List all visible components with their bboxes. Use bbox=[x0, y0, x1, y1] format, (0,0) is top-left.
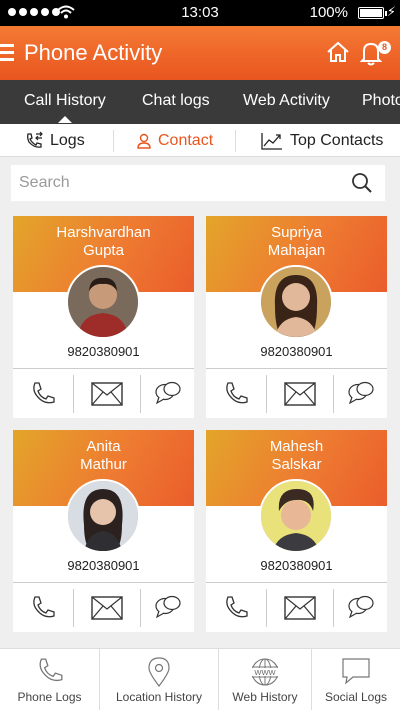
nav-location-history[interactable]: Location History bbox=[100, 649, 218, 710]
chat-bubbles-icon bbox=[154, 381, 181, 405]
avatar bbox=[66, 265, 140, 339]
contact-name: Supriya Mahajan bbox=[267, 224, 326, 259]
contact-actions bbox=[206, 368, 387, 418]
contact-name: Harshvardhan Gupta bbox=[56, 224, 151, 259]
phone-icon bbox=[39, 658, 62, 682]
category-tabs: Call History Chat logs Web Activity Phot… bbox=[0, 80, 400, 124]
tab-call-history[interactable]: Call History bbox=[24, 92, 106, 123]
call-button[interactable] bbox=[206, 583, 266, 633]
battery-icon bbox=[358, 7, 387, 19]
message-button[interactable] bbox=[267, 583, 333, 633]
location-pin-icon bbox=[148, 657, 170, 687]
chat-bubbles-icon bbox=[347, 381, 374, 405]
contact-phone: 9820380901 bbox=[67, 558, 140, 573]
nav-label: Social Logs bbox=[324, 690, 388, 704]
subtab-contact-label: Contact bbox=[158, 131, 214, 149]
phone-icon bbox=[33, 382, 55, 404]
notification-badge: 8 bbox=[378, 41, 391, 54]
tab-web-activity[interactable]: Web Activity bbox=[243, 92, 330, 110]
chat-bubbles-icon bbox=[154, 595, 181, 619]
divider bbox=[235, 130, 236, 152]
contact-card[interactable]: Harshvardhan Gupta 9820380901 bbox=[13, 216, 194, 418]
call-button[interactable] bbox=[206, 369, 266, 419]
status-bar: 13:03 100% ⚡ bbox=[0, 0, 400, 26]
chat-button[interactable] bbox=[334, 583, 387, 633]
message-button[interactable] bbox=[74, 369, 140, 419]
globe-icon: WWW bbox=[251, 658, 279, 686]
home-icon[interactable] bbox=[326, 41, 350, 63]
chat-button[interactable] bbox=[334, 369, 387, 419]
call-button[interactable] bbox=[13, 583, 73, 633]
search-icon[interactable] bbox=[351, 172, 373, 194]
chat-button[interactable] bbox=[141, 369, 194, 419]
chat-button[interactable] bbox=[141, 583, 194, 633]
nav-label: Web History bbox=[232, 690, 298, 704]
divider bbox=[113, 130, 114, 152]
chat-bubbles-icon bbox=[347, 595, 374, 619]
app-header: Phone Activity 8 bbox=[0, 26, 400, 80]
battery-percentage: 100% bbox=[309, 4, 348, 21]
sub-tabs: Logs Contact Top Contacts bbox=[0, 124, 400, 157]
phone-icon bbox=[226, 382, 248, 404]
charging-icon: ⚡ bbox=[386, 4, 396, 19]
envelope-icon bbox=[284, 596, 316, 620]
contact-name: Anita Mathur bbox=[80, 438, 127, 473]
page-title: Phone Activity bbox=[24, 40, 163, 65]
contact-name: Mahesh Salskar bbox=[269, 438, 324, 473]
nav-label: Location History bbox=[115, 690, 203, 704]
nav-web-history[interactable]: WWW Web History bbox=[219, 649, 311, 710]
phone-icon bbox=[226, 596, 248, 618]
contact-card[interactable]: Supriya Mahajan 9820380901 bbox=[206, 216, 387, 418]
message-button[interactable] bbox=[267, 369, 333, 419]
nav-social-logs[interactable]: Social Logs bbox=[312, 649, 400, 710]
envelope-icon bbox=[91, 382, 123, 406]
nav-label: Phone Logs bbox=[17, 690, 82, 704]
nav-phone-logs[interactable]: Phone Logs bbox=[0, 649, 99, 710]
search-input[interactable] bbox=[11, 165, 331, 201]
envelope-icon bbox=[91, 596, 123, 620]
contact-actions bbox=[206, 582, 387, 632]
phone-icon bbox=[33, 596, 55, 618]
speech-bubble-icon bbox=[342, 658, 370, 685]
contact-phone: 9820380901 bbox=[260, 344, 333, 359]
contact-actions bbox=[13, 368, 194, 418]
contact-card[interactable]: Anita Mathur 9820380901 bbox=[13, 430, 194, 632]
person-icon bbox=[137, 133, 151, 149]
envelope-icon bbox=[284, 382, 316, 406]
subtab-logs-label: Logs bbox=[50, 131, 85, 149]
subtab-logs[interactable]: Logs bbox=[24, 124, 85, 157]
subtab-top-contacts-label: Top Contacts bbox=[290, 131, 384, 149]
subtab-top-contacts[interactable]: Top Contacts bbox=[261, 124, 383, 157]
contact-phone: 9820380901 bbox=[67, 344, 140, 359]
avatar bbox=[259, 265, 333, 339]
svg-text:WWW: WWW bbox=[254, 668, 276, 677]
search-bar bbox=[11, 165, 385, 201]
menu-icon[interactable] bbox=[0, 44, 14, 61]
subtab-contact[interactable]: Contact bbox=[136, 124, 213, 157]
call-log-icon bbox=[27, 131, 43, 148]
message-button[interactable] bbox=[74, 583, 140, 633]
avatar bbox=[259, 479, 333, 553]
contact-card[interactable]: Mahesh Salskar 9820380901 bbox=[206, 430, 387, 632]
avatar bbox=[66, 479, 140, 553]
contact-phone: 9820380901 bbox=[260, 558, 333, 573]
tab-photo[interactable]: Photo bbox=[362, 92, 400, 110]
trend-chart-icon bbox=[261, 132, 282, 150]
tab-chat-logs[interactable]: Chat logs bbox=[142, 92, 210, 110]
call-button[interactable] bbox=[13, 369, 73, 419]
contact-actions bbox=[13, 582, 194, 632]
bottom-nav: Phone Logs Location History WWW Web Hist… bbox=[0, 648, 400, 710]
